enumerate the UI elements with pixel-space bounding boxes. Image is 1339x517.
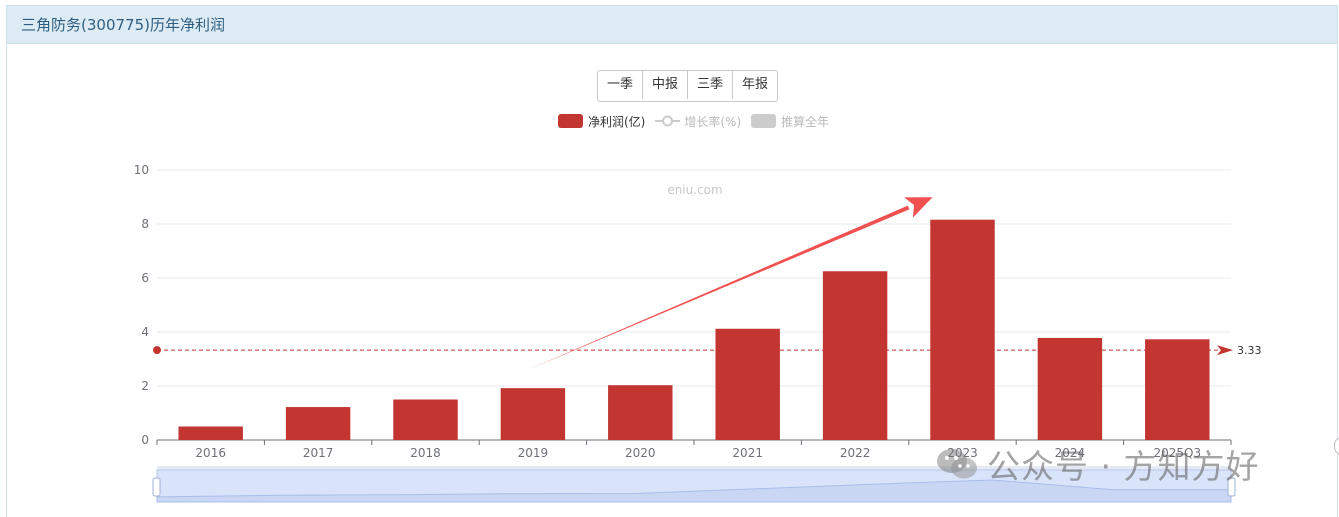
wechat-icon <box>937 449 977 479</box>
bar[interactable] <box>178 426 243 441</box>
bar[interactable] <box>1145 339 1210 440</box>
bar[interactable] <box>285 407 351 440</box>
bar[interactable] <box>930 219 995 440</box>
y-tick-label: 4 <box>141 325 149 339</box>
site-watermark: eniu.com <box>667 183 722 197</box>
y-tick-label: 6 <box>141 271 149 285</box>
y-tick-label: 0 <box>141 433 149 447</box>
datazoom-handle-left[interactable] <box>152 477 161 497</box>
x-tick-label: 2019 <box>518 446 549 460</box>
x-tick-label: 2021 <box>732 446 763 460</box>
bar[interactable] <box>608 385 673 440</box>
x-tick-label: 2016 <box>195 446 226 460</box>
y-tick-label: 8 <box>141 217 149 231</box>
bar[interactable] <box>715 328 780 440</box>
bar[interactable] <box>500 388 566 440</box>
x-tick-label: 2018 <box>410 446 441 460</box>
y-tick-label: 10 <box>134 163 149 177</box>
bar[interactable] <box>822 271 888 440</box>
average-line-arrow <box>1217 345 1233 356</box>
x-tick-label: 2017 <box>303 446 334 460</box>
wechat-watermark: 公众号 · 方知方好 <box>935 440 1259 488</box>
wechat-watermark-text: 公众号 · 方知方好 <box>987 447 1260 486</box>
bar[interactable] <box>1037 337 1103 440</box>
average-line-label: 3.33 <box>1237 344 1262 357</box>
x-tick-label: 2022 <box>840 446 871 460</box>
y-tick-label: 2 <box>141 379 149 393</box>
bar[interactable] <box>393 399 458 441</box>
average-line-start-dot <box>153 346 161 355</box>
x-tick-label: 2020 <box>625 446 656 460</box>
